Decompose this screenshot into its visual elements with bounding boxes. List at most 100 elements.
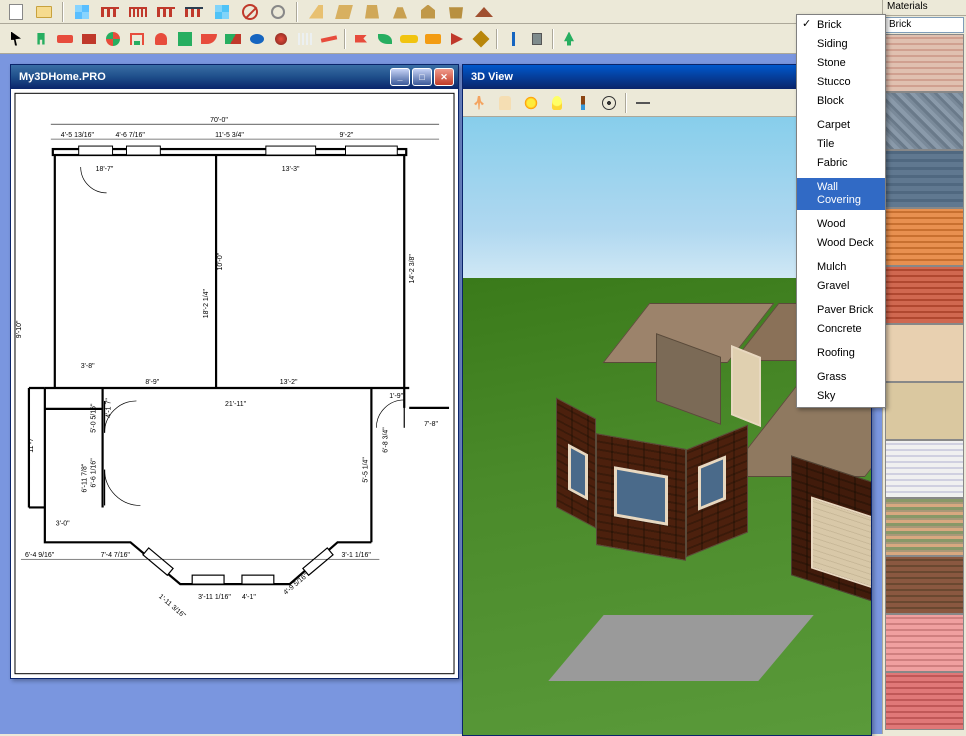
plan-2d-window: My3DHome.PRO _ □ ✕ 70'-0" 4'-5 13/16" 4'… (10, 64, 459, 679)
svg-text:4'-5 13/16": 4'-5 13/16" (61, 132, 95, 139)
svg-text:18'-7": 18'-7" (96, 166, 114, 173)
line-tool-button[interactable] (631, 92, 655, 114)
furniture-seesaw-button[interactable] (318, 28, 340, 50)
diamond-button[interactable] (470, 28, 492, 50)
materials-category-selector[interactable]: Brick (885, 17, 964, 33)
walk-tool-button[interactable] (467, 92, 491, 114)
menu-item-label: Siding (817, 38, 848, 50)
menu-item-stucco[interactable]: Stucco (797, 73, 885, 92)
swatch-beige[interactable] (885, 324, 964, 382)
roof-shape-2-button[interactable] (332, 1, 356, 23)
fence-tool-1-button[interactable] (98, 1, 122, 23)
roof-shape-3-button[interactable] (360, 1, 384, 23)
roof-shape-6-button[interactable] (444, 1, 468, 23)
swatch-brick-multi[interactable] (885, 498, 964, 556)
menu-item-wall-covering[interactable]: Wall Covering (797, 178, 885, 210)
menu-item-wood[interactable]: Wood (797, 215, 885, 234)
green-leaf-button[interactable] (374, 28, 396, 50)
menu-item-mulch[interactable]: Mulch (797, 258, 885, 277)
menu-item-stone[interactable]: Stone (797, 54, 885, 73)
roof-shape-4-button[interactable] (388, 1, 412, 23)
furniture-chair-1-button[interactable] (30, 28, 52, 50)
red-flag-button[interactable] (350, 28, 372, 50)
furniture-table-button[interactable] (78, 28, 100, 50)
swatch-brick-white[interactable] (885, 440, 964, 498)
svg-text:1'-9": 1'-9" (389, 393, 403, 400)
floorplan-canvas[interactable]: 70'-0" 4'-5 13/16" 4'-6 7/16" 11'-5 3/4"… (11, 89, 458, 678)
swatch-brick-pink[interactable] (885, 614, 964, 672)
menu-item-label: Carpet (817, 119, 850, 131)
menu-item-concrete[interactable]: Concrete (797, 320, 885, 339)
furniture-umbrella-button[interactable] (102, 28, 124, 50)
menu-item-label: Gravel (817, 280, 849, 292)
materials-panel: Materials Brick (882, 0, 966, 734)
roof-shape-1-button[interactable] (304, 1, 328, 23)
pool-tool-button[interactable] (210, 1, 234, 23)
svg-text:4'-1": 4'-1" (242, 594, 256, 601)
menu-item-brick[interactable]: ✓Brick (797, 16, 885, 35)
hand-tool-button[interactable] (493, 92, 517, 114)
furniture-pond-button[interactable] (246, 28, 268, 50)
sun-tool-button[interactable] (519, 92, 543, 114)
swatch-brick-light[interactable] (885, 34, 964, 92)
new-file-button[interactable] (4, 1, 28, 23)
menu-item-carpet[interactable]: Carpet (797, 116, 885, 135)
paint-tool-button[interactable] (571, 92, 595, 114)
menu-item-label: Stucco (817, 76, 851, 88)
swatch-brick-red[interactable] (885, 266, 964, 324)
furniture-green-tile-button[interactable] (174, 28, 196, 50)
menu-item-gravel[interactable]: Gravel (797, 277, 885, 296)
electric-box-button[interactable] (526, 28, 548, 50)
menu-item-label: Concrete (817, 323, 862, 335)
svg-text:9'-2": 9'-2" (340, 132, 354, 139)
open-file-button[interactable] (32, 1, 56, 23)
menu-item-fabric[interactable]: Fabric (797, 154, 885, 173)
menu-item-label: Wall Covering (817, 181, 861, 206)
fence-tool-3-button[interactable] (154, 1, 178, 23)
blue-pole-button[interactable] (502, 28, 524, 50)
swatch-brick-rose[interactable] (885, 672, 964, 730)
furniture-bench-button[interactable] (54, 28, 76, 50)
menu-item-sky[interactable]: Sky (797, 387, 885, 406)
furniture-red-curve-button[interactable] (198, 28, 220, 50)
plan-2d-titlebar[interactable]: My3DHome.PRO _ □ ✕ (11, 65, 458, 89)
fence-tool-2-button[interactable] (126, 1, 150, 23)
grid-toggle-button[interactable] (70, 1, 94, 23)
close-button[interactable]: ✕ (434, 68, 454, 86)
menu-item-block[interactable]: Block (797, 92, 885, 111)
light-tool-button[interactable] (545, 92, 569, 114)
restrict-tool-button[interactable] (238, 1, 262, 23)
furniture-swing-button[interactable] (126, 28, 148, 50)
circle-tool-button[interactable] (266, 1, 290, 23)
svg-text:18'-2 1/4": 18'-2 1/4" (203, 288, 210, 318)
furniture-ball-button[interactable] (270, 28, 292, 50)
swatch-tan[interactable] (885, 382, 964, 440)
fence-tool-4-button[interactable] (182, 1, 206, 23)
menu-item-grass[interactable]: Grass (797, 368, 885, 387)
furniture-grill-button[interactable] (150, 28, 172, 50)
menu-item-siding[interactable]: Siding (797, 35, 885, 54)
cursor-tool-button[interactable] (4, 28, 28, 50)
menu-item-paver-brick[interactable]: Paver Brick (797, 301, 885, 320)
minimize-button[interactable]: _ (390, 68, 410, 86)
car-icon-button[interactable] (398, 28, 420, 50)
tree-button[interactable] (558, 28, 580, 50)
roof-shape-7-button[interactable] (472, 1, 496, 23)
menu-item-roofing[interactable]: Roofing (797, 344, 885, 363)
materials-header: Materials (883, 0, 966, 16)
furniture-slide-button[interactable] (222, 28, 244, 50)
svg-text:3'-8": 3'-8" (81, 363, 95, 370)
svg-text:11'-5 3/4": 11'-5 3/4" (215, 132, 244, 139)
swatch-brick-dark[interactable] (885, 556, 964, 614)
menu-item-wood-deck[interactable]: Wood Deck (797, 234, 885, 253)
red-arrow-button[interactable] (446, 28, 468, 50)
menu-item-tile[interactable]: Tile (797, 135, 885, 154)
roof-shape-5-button[interactable] (416, 1, 440, 23)
furniture-fence-mini-button[interactable] (294, 28, 316, 50)
swatch-brick-orange[interactable] (885, 208, 964, 266)
swatch-stone-grey[interactable] (885, 92, 964, 150)
swatch-stone-blue[interactable] (885, 150, 964, 208)
tractor-button[interactable] (422, 28, 444, 50)
target-tool-button[interactable] (597, 92, 621, 114)
maximize-button[interactable]: □ (412, 68, 432, 86)
